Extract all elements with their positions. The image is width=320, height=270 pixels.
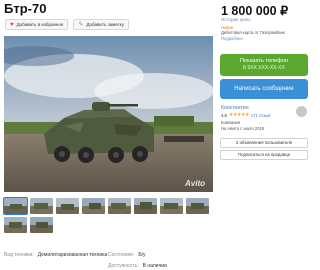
price-history-link[interactable]: История цены: [221, 17, 250, 22]
show-phone-label: Показать телефон: [240, 58, 288, 64]
main-photo-image: [4, 36, 213, 192]
seller-card: Константин 4,9 ★★★★★ 171 отзыв Компания …: [221, 105, 309, 131]
thumbnail[interactable]: [30, 217, 53, 233]
subscribe-seller-button[interactable]: Подписаться на продавца: [220, 150, 308, 160]
spec-value: В наличии: [142, 263, 167, 269]
listing-title: Бтр-70: [4, 1, 47, 16]
write-message-button[interactable]: Написать сообщение: [220, 79, 308, 99]
spec-item: Доступность: В наличии: [108, 263, 167, 269]
add-to-favorites-label: Добавить в избранное: [16, 22, 64, 27]
heart-icon: ♥: [10, 21, 14, 28]
thumbnail[interactable]: [30, 198, 53, 214]
main-photo[interactable]: Avito: [4, 36, 213, 192]
show-phone-button[interactable]: Показать телефон 8 9XX XXX-XX-XX: [220, 54, 308, 76]
spec-label: Доступность:: [108, 263, 139, 269]
thumbnail[interactable]: [108, 198, 131, 214]
note-icon: ✎: [78, 21, 84, 28]
spec-label: Вид техники:: [4, 252, 34, 258]
phone-number-masked: 8 9XX XXX-XX-XX: [243, 65, 285, 71]
bank-offer: Новое Дебетовая карта от Газпромбанк Под…: [221, 25, 307, 41]
spec-value: Демилитаризованная техника: [37, 252, 108, 258]
seller-rating-value: 4,9: [221, 113, 227, 118]
thumbnail[interactable]: [160, 198, 183, 214]
spec-item: Вид техники: Демилитаризованная техника: [4, 252, 124, 258]
thumbnail[interactable]: [4, 217, 27, 233]
thumbnail[interactable]: [82, 198, 105, 214]
bank-offer-more-link[interactable]: Подробнее: [221, 36, 307, 41]
add-note-label: Добавить заметку: [86, 22, 124, 27]
spec-label: Состояние:: [108, 252, 135, 258]
listing-actions: ♥ Добавить в избранное ✎ Добавить заметк…: [5, 19, 129, 30]
avito-watermark: Avito: [185, 179, 205, 188]
thumbnail[interactable]: [134, 198, 157, 214]
seller-type: Компания: [221, 120, 241, 125]
add-to-favorites-button[interactable]: ♥ Добавить в избранное: [5, 19, 69, 30]
rating-stars-icon: ★★★★★: [228, 113, 249, 118]
seller-avatar[interactable]: [296, 106, 307, 117]
seller-listings-button[interactable]: 2 объявления пользователя: [220, 138, 308, 148]
photo-thumbnails: [3, 197, 213, 233]
thumbnail[interactable]: [3, 197, 28, 215]
seller-reviews-link[interactable]: 171 отзыв: [251, 113, 270, 118]
spec-value: Б/у: [138, 252, 146, 258]
thumbnail[interactable]: [186, 198, 209, 214]
thumbnail[interactable]: [56, 198, 79, 214]
spec-item: Состояние: Б/у: [108, 252, 146, 258]
add-note-button[interactable]: ✎ Добавить заметку: [73, 19, 129, 30]
price: 1 800 000 ₽: [221, 4, 289, 18]
seller-since: На Авито с июля 2019: [221, 126, 265, 131]
